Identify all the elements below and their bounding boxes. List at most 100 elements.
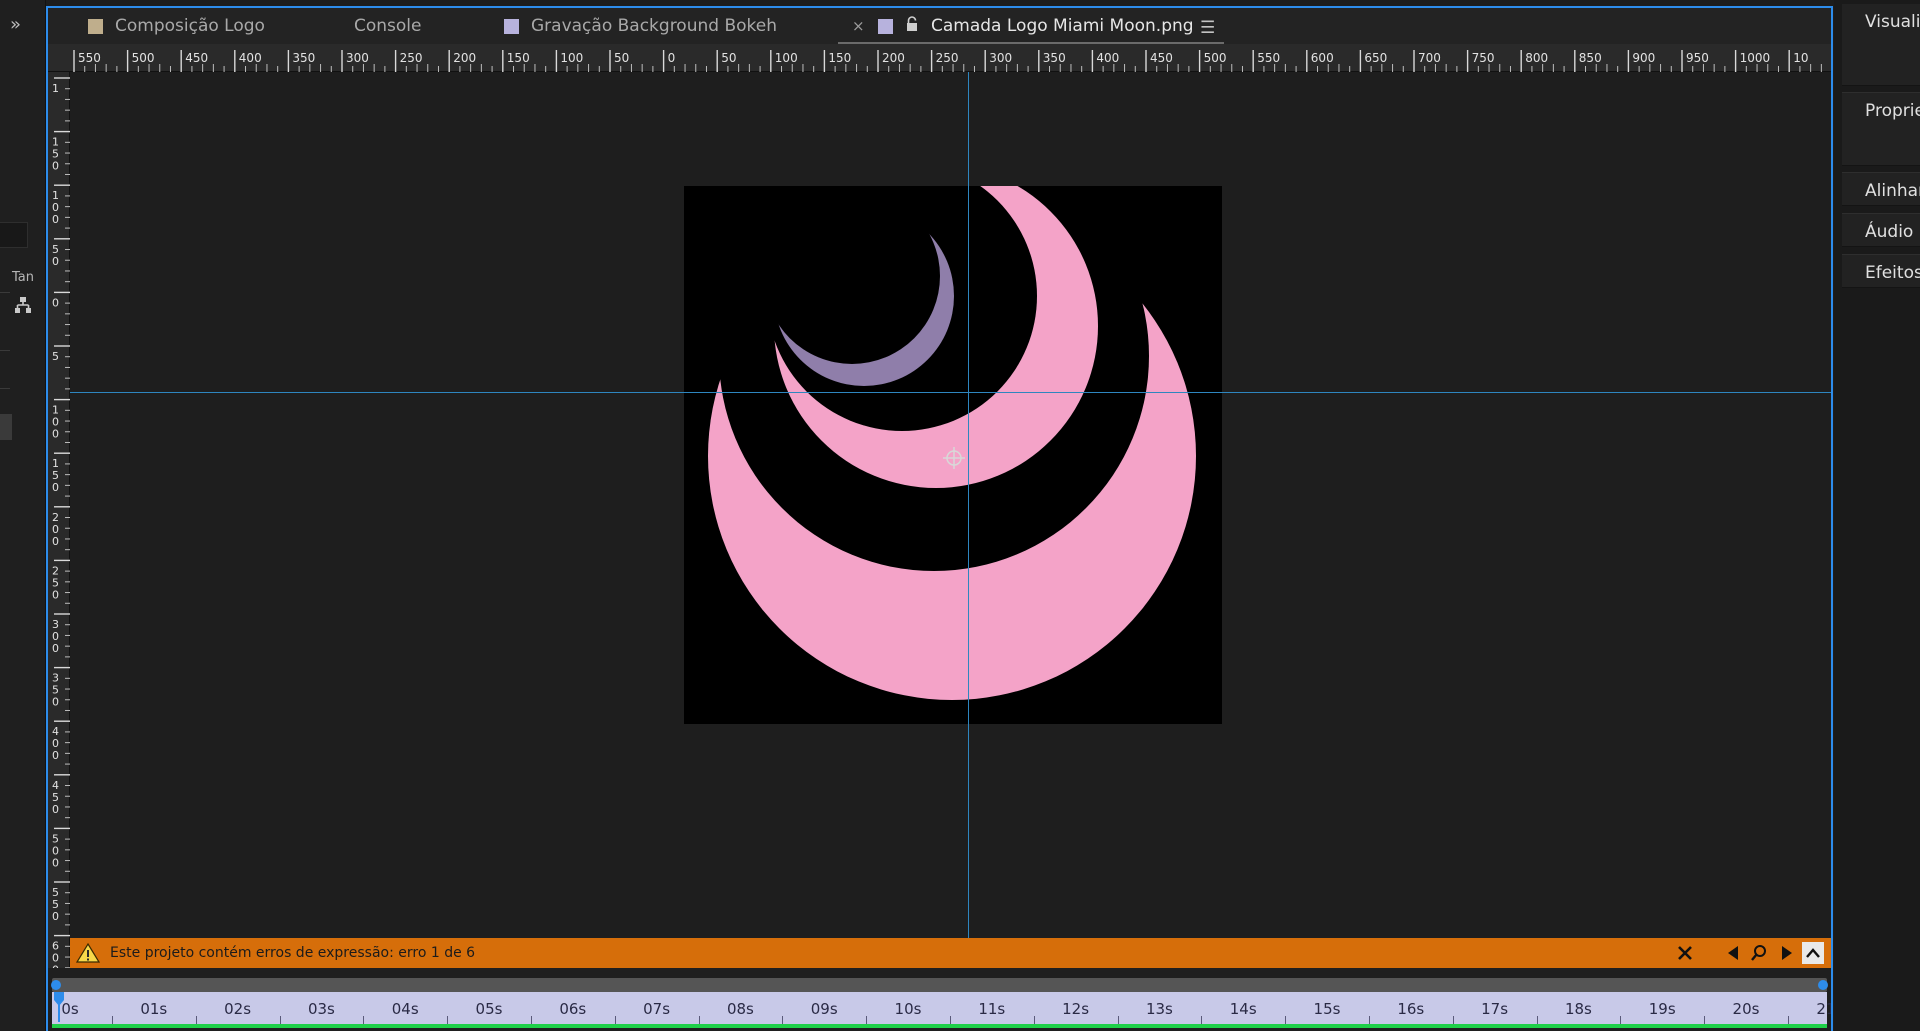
timeline-time-label: 05s <box>475 1000 503 1018</box>
timeline-time-label: 01s <box>140 1000 168 1018</box>
divider <box>0 292 10 293</box>
tab-console[interactable]: Console <box>354 8 422 44</box>
horizontal-ruler[interactable]: 550 500 450 400 350 300 250 200 150 100 50 0 50 100 15… <box>48 44 1831 72</box>
panel-label: Visualiz <box>1865 12 1920 32</box>
label-color-swatch <box>878 18 893 34</box>
left-panel-strip: » Tan <box>0 0 46 1031</box>
warning-icon <box>76 942 100 963</box>
ruler-label: 250 <box>936 51 959 65</box>
panel-audio[interactable]: Áudio <box>1842 213 1920 247</box>
chevron-up-icon[interactable] <box>1802 942 1824 964</box>
panel-alinhar[interactable]: Alinhar <box>1842 172 1920 206</box>
error-message: Este projeto contém erros de expressão: … <box>110 945 476 961</box>
timeline-time-label: 16s <box>1397 1000 1425 1018</box>
panel-label: Áudio <box>1865 222 1914 242</box>
ruler-label: 350 <box>292 51 315 65</box>
ruler-label: 950 <box>1686 51 1709 65</box>
ruler-label: 800 <box>1525 51 1548 65</box>
tab-composicao-logo[interactable]: Composição Logo <box>88 8 265 44</box>
timeline-time-label: 21s <box>1816 1000 1831 1018</box>
ruler-label: 450 <box>1150 51 1173 65</box>
work-area-bar[interactable] <box>52 1024 1827 1028</box>
lock-icon[interactable] <box>905 16 919 32</box>
large-pink-moon <box>708 212 1196 700</box>
ruler-label: 100 <box>560 51 583 65</box>
right-dock: Visualiz Propried Alinhar Áudio Efeitos … <box>1834 0 1920 1031</box>
timeline-time-label: 03s <box>307 1000 335 1018</box>
expression-error-bar: Este projeto contém erros de expressão: … <box>70 938 1831 968</box>
horizontal-guide[interactable] <box>70 392 1831 393</box>
tab-camada-logo-miami-moon[interactable]: Camada Logo Miami Moon.png <box>838 8 1224 44</box>
panel-propriedades[interactable]: Propried <box>1842 92 1920 166</box>
ruler-label: 600 <box>1311 51 1334 65</box>
timeline-time-label: 02s <box>224 1000 252 1018</box>
ruler-label: 0 <box>52 255 59 268</box>
ruler-label: 10 <box>1793 51 1808 65</box>
close-icon[interactable] <box>1674 942 1696 964</box>
ruler-label: 0 <box>52 588 59 601</box>
ruler-label: 5 <box>52 350 59 363</box>
hierarchy-icon[interactable] <box>14 296 32 314</box>
ruler-label: 0 <box>52 749 59 762</box>
ruler-label: 0 <box>52 535 59 548</box>
zoom-end-handle[interactable] <box>1817 978 1829 992</box>
ruler-label: 50 <box>721 51 736 65</box>
ruler-label: 0 <box>52 856 59 869</box>
vertical-guide[interactable] <box>968 72 969 944</box>
truncated-label: Tan <box>12 270 34 285</box>
ruler-label: 250 <box>400 51 423 65</box>
expand-panels-icon[interactable]: » <box>10 14 21 35</box>
ruler-label: 300 <box>989 51 1012 65</box>
timeline-time-label: 06s <box>559 1000 587 1018</box>
panel-menu-icon[interactable]: ☰ <box>1200 18 1215 38</box>
search-icon[interactable] <box>1748 942 1770 964</box>
ruler-label: 0 <box>52 696 59 709</box>
ruler-label: 1000 <box>1740 51 1771 65</box>
layer-viewer-panel: Composição Logo Console Gravação Backgro… <box>46 6 1833 1031</box>
panel-label: Efeitos e <box>1865 263 1920 283</box>
triangle-left-icon[interactable] <box>1722 942 1744 964</box>
timeline-zoom-bar[interactable] <box>50 978 1829 992</box>
layer-image-miami-moon[interactable] <box>684 164 1222 724</box>
panel-visualizar[interactable]: Visualiz <box>1842 4 1920 86</box>
ruler-label: 700 <box>1418 51 1441 65</box>
ruler-label: 550 <box>1257 51 1280 65</box>
panel-label: Alinhar <box>1865 181 1920 201</box>
ruler-label: 0 <box>52 213 59 226</box>
ruler-label: 0 <box>52 910 59 923</box>
timeline-time-label: 10s <box>894 1000 922 1018</box>
ruler-label: 150 <box>507 51 530 65</box>
ruler-label: 750 <box>1472 51 1495 65</box>
time-ruler[interactable]: 0s 01s 02s 03s 04s 05s 06s 07s 08s 09s 10s 11s 12s 13… <box>52 992 1831 1026</box>
ruler-label: 850 <box>1579 51 1602 65</box>
ruler-label: 50 <box>614 51 629 65</box>
timeline-time-label: 17s <box>1481 1000 1509 1018</box>
label-color-swatch <box>504 18 519 34</box>
vertical-ruler[interactable]: 1150100500510015020025030035040045050055… <box>48 72 70 1022</box>
triangle-right-icon[interactable] <box>1776 942 1798 964</box>
panel-efeitos[interactable]: Efeitos e <box>1842 254 1920 288</box>
ruler-label: 100 <box>775 51 798 65</box>
timeline-time-label: 19s <box>1648 1000 1676 1018</box>
timeline-time-label: 14s <box>1229 1000 1257 1018</box>
tab-label: Gravação Background Bokeh <box>531 16 777 36</box>
collapsed-field[interactable] <box>0 222 28 248</box>
ruler-label: 350 <box>1043 51 1066 65</box>
horizontal-ruler-ticks: 550 500 450 400 350 300 250 200 150 100 50 0 50 100 15… <box>73 50 1822 72</box>
ruler-label: 150 <box>828 51 851 65</box>
scroll-handle[interactable] <box>0 414 12 440</box>
ruler-label: 0 <box>52 428 59 441</box>
timeline-time-label: 07s <box>643 1000 671 1018</box>
timeline-time-label: 18s <box>1564 1000 1592 1018</box>
label-color-swatch <box>88 18 103 34</box>
ruler-label: 500 <box>132 51 155 65</box>
close-tab-icon[interactable]: × <box>852 17 865 35</box>
ruler-label: 200 <box>882 51 905 65</box>
ruler-label: 550 <box>78 51 101 65</box>
ruler-label: 0 <box>52 803 59 816</box>
vertical-ruler-ticks: 1150100500510015020025030035040045050055… <box>52 77 70 1022</box>
ruler-label: 500 <box>1204 51 1227 65</box>
tab-gravacao-background-bokeh[interactable]: Gravação Background Bokeh <box>504 8 777 44</box>
zoom-start-handle[interactable] <box>50 978 62 992</box>
ruler-label: 0 <box>52 642 59 655</box>
